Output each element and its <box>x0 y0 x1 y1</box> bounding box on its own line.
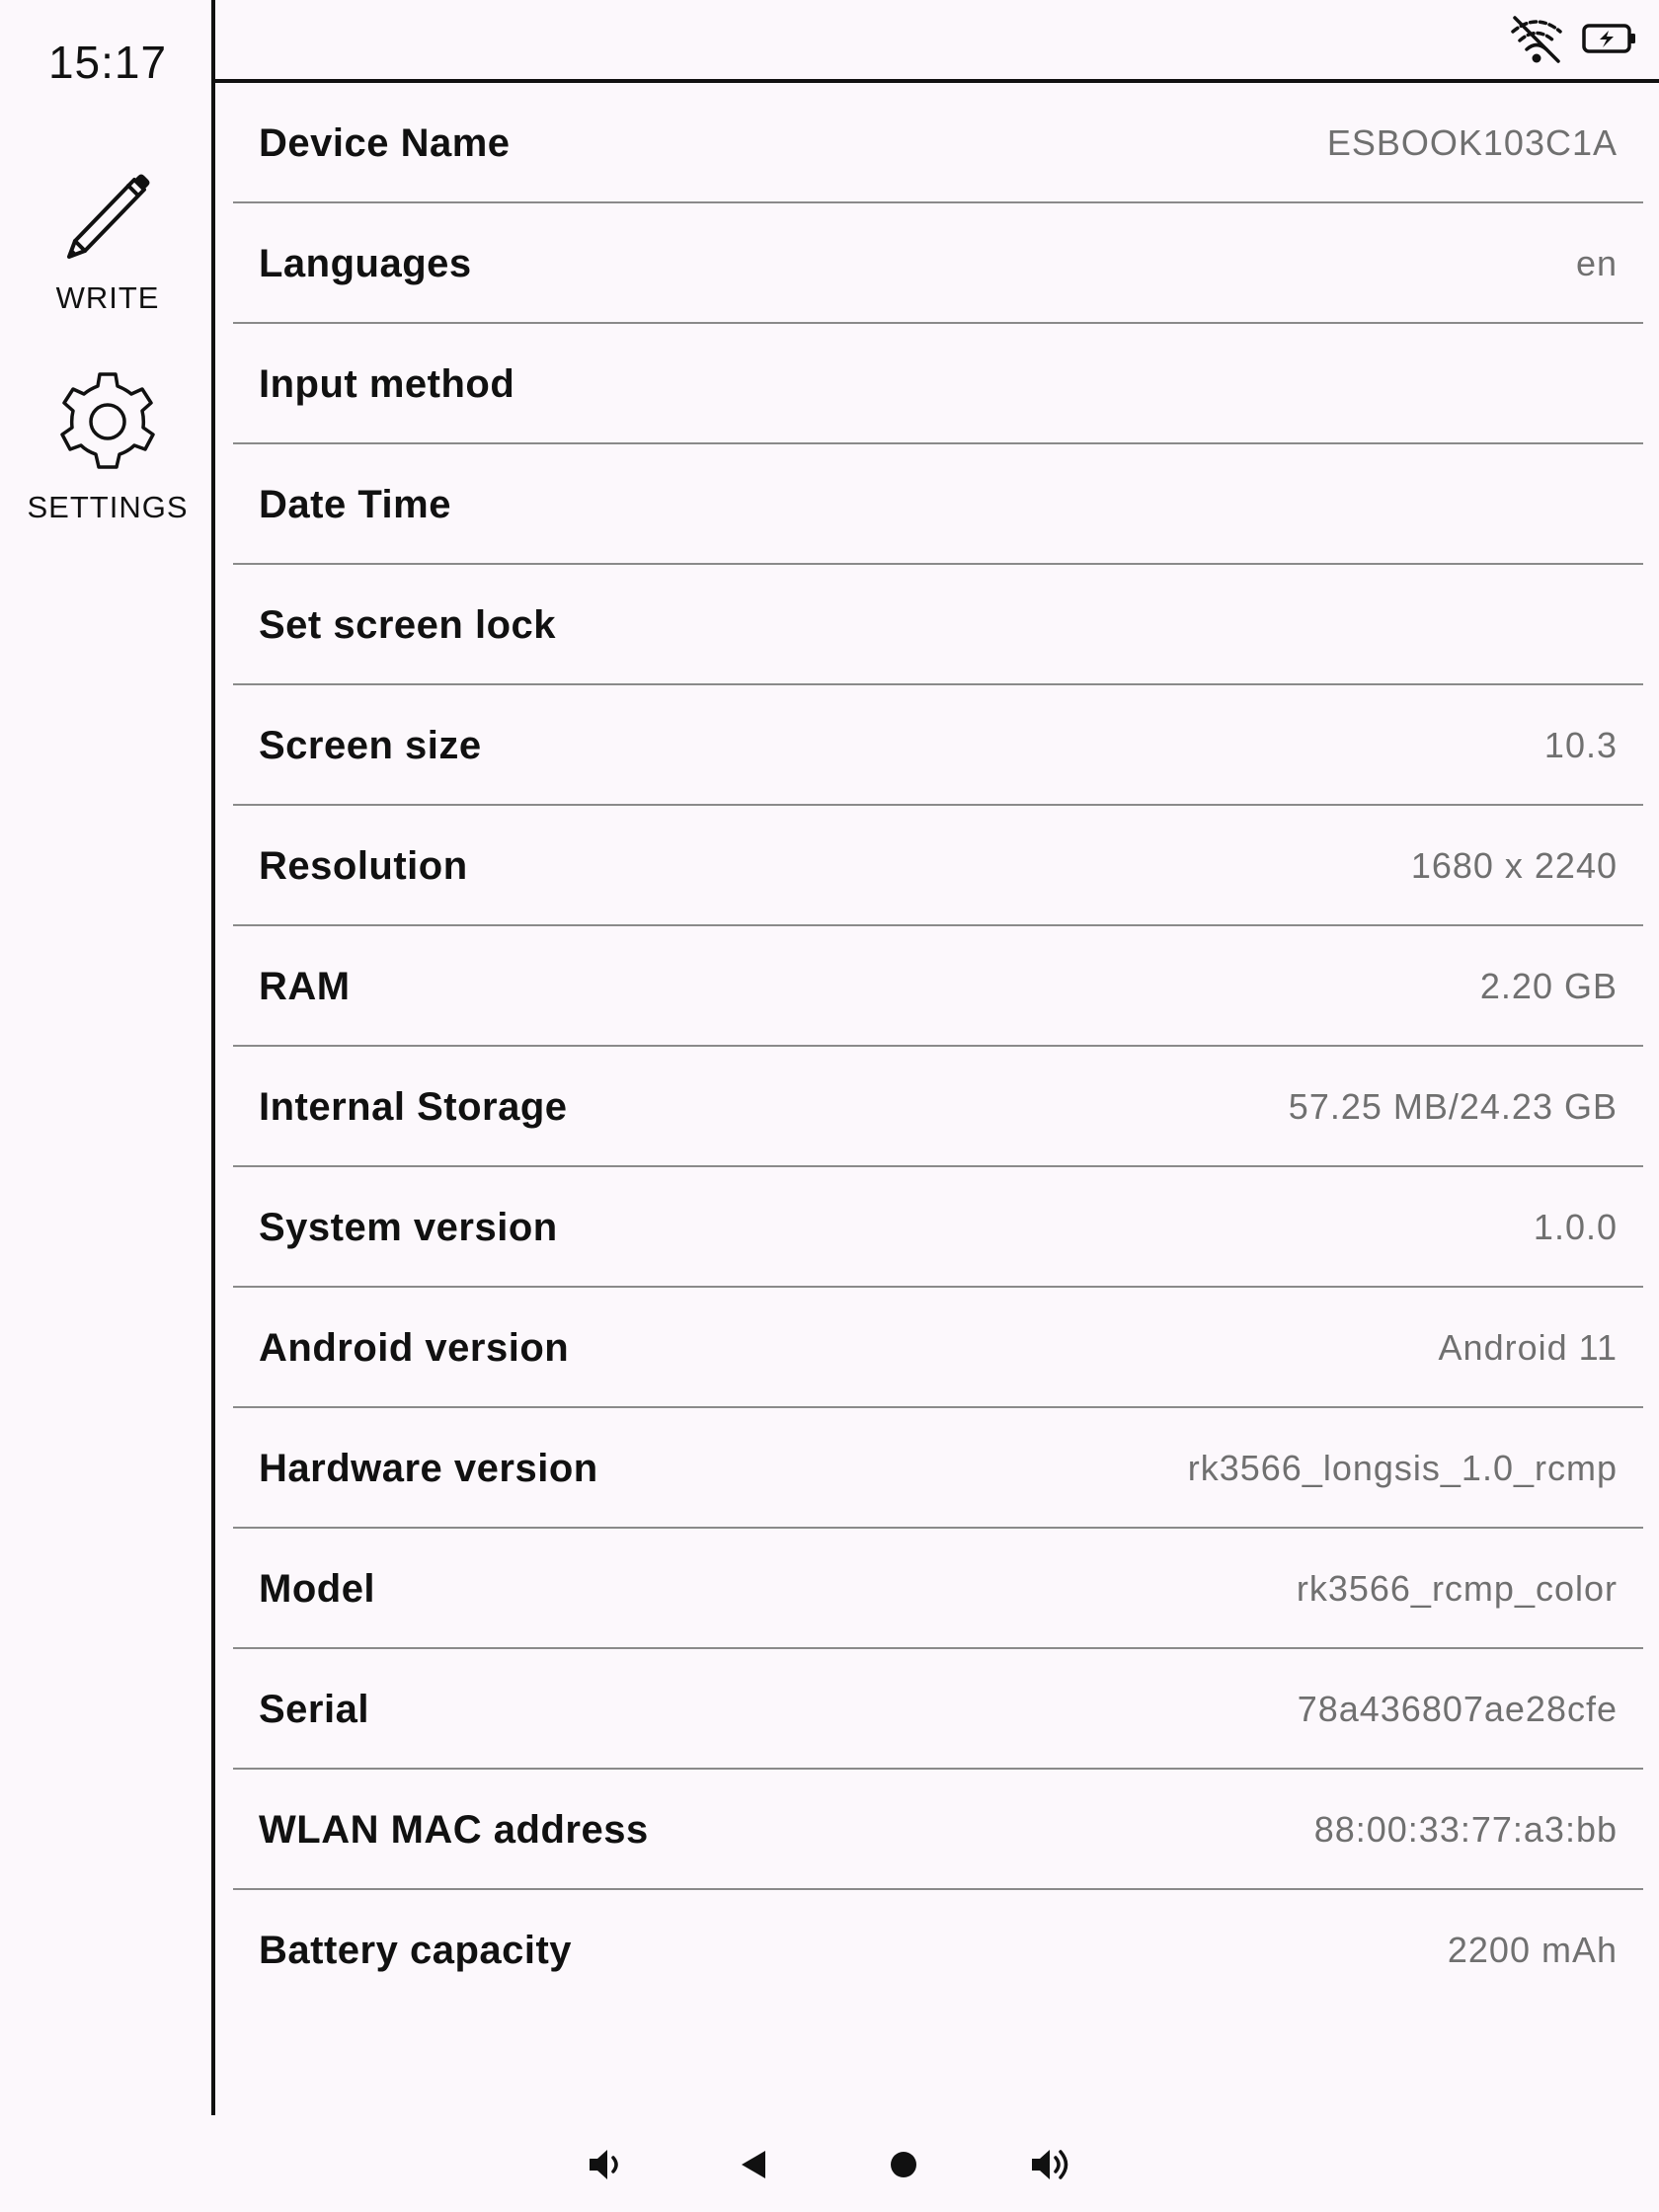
row-input-method[interactable]: Input method <box>233 324 1643 444</box>
back-icon <box>742 2151 765 2178</box>
row-value: 10.3 <box>1543 725 1618 765</box>
battery-charging-icon <box>1582 24 1635 53</box>
row-value: en <box>1575 243 1618 283</box>
row-wlan-mac-address[interactable]: WLAN MAC address 88:00:33:77:a3:bb <box>233 1770 1643 1890</box>
row-value: 2200 mAh <box>1447 1930 1618 1970</box>
row-internal-storage[interactable]: Internal Storage 57.25 MB/24.23 GB <box>233 1047 1643 1167</box>
row-set-screen-lock[interactable]: Set screen lock <box>233 565 1643 685</box>
row-value: 1.0.0 <box>1533 1207 1618 1247</box>
row-value: 78a436807ae28cfe <box>1297 1689 1618 1729</box>
row-model[interactable]: Model rk3566_rcmp_color <box>233 1529 1643 1649</box>
row-system-version[interactable]: System version 1.0.0 <box>233 1167 1643 1288</box>
home-icon <box>891 2152 916 2177</box>
row-label: System version <box>259 1206 558 1249</box>
row-label: Input method <box>259 362 515 406</box>
row-label: Device Name <box>259 121 511 165</box>
row-screen-size[interactable]: Screen size 10.3 <box>233 685 1643 806</box>
home-button[interactable] <box>874 2135 933 2194</box>
clock: 15:17 <box>47 37 168 88</box>
sidebar-item-write-label: WRITE <box>55 280 160 315</box>
row-value: rk3566_rcmp_color <box>1296 1568 1618 1609</box>
gear-icon <box>60 372 155 469</box>
wifi-off-icon <box>1511 16 1562 63</box>
row-resolution[interactable]: Resolution 1680 x 2240 <box>233 806 1643 926</box>
row-device-name[interactable]: Device Name ESBOOK103C1A <box>233 83 1643 203</box>
row-label: Screen size <box>259 724 482 767</box>
pencil-icon <box>67 174 150 259</box>
volume-up-button[interactable] <box>1022 2135 1081 2194</box>
row-label: Hardware version <box>259 1447 598 1490</box>
row-label: Languages <box>259 242 472 285</box>
row-android-version[interactable]: Android version Android 11 <box>233 1288 1643 1408</box>
row-value: ESBOOK103C1A <box>1326 122 1618 163</box>
row-label: Battery capacity <box>259 1929 573 1972</box>
row-label: Android version <box>259 1326 570 1370</box>
row-value: 2.20 GB <box>1479 966 1618 1006</box>
row-label: Model <box>259 1567 376 1611</box>
row-value: rk3566_longsis_1.0_rcmp <box>1187 1448 1618 1488</box>
navigation-bar <box>0 2115 1659 2212</box>
row-date-time[interactable]: Date Time <box>233 444 1643 565</box>
volume-up-icon <box>1032 2150 1068 2179</box>
row-label: Internal Storage <box>259 1085 568 1129</box>
row-value: 1680 x 2240 <box>1410 845 1618 886</box>
row-hardware-version[interactable]: Hardware version rk3566_longsis_1.0_rcmp <box>233 1408 1643 1529</box>
row-value: Android 11 <box>1438 1327 1618 1368</box>
row-value: 88:00:33:77:a3:bb <box>1313 1809 1618 1850</box>
row-label: RAM <box>259 965 351 1008</box>
volume-down-button[interactable] <box>578 2135 637 2194</box>
row-label: Serial <box>259 1688 369 1731</box>
row-battery-capacity[interactable]: Battery capacity 2200 mAh <box>233 1890 1643 2011</box>
side-rail: 15:17 WRITE SETTINGS <box>0 0 215 2115</box>
device-info-list: Device Name ESBOOK103C1A Languages en In… <box>233 83 1643 2011</box>
sidebar-item-write[interactable]: WRITE <box>0 158 215 316</box>
sidebar-item-settings[interactable]: SETTINGS <box>0 367 215 525</box>
status-bar <box>215 0 1659 83</box>
row-serial[interactable]: Serial 78a436807ae28cfe <box>233 1649 1643 1770</box>
back-button[interactable] <box>724 2135 783 2194</box>
row-languages[interactable]: Languages en <box>233 203 1643 324</box>
row-value: 57.25 MB/24.23 GB <box>1288 1086 1618 1127</box>
row-label: Set screen lock <box>259 603 556 647</box>
row-ram[interactable]: RAM 2.20 GB <box>233 926 1643 1047</box>
volume-down-icon <box>590 2150 618 2179</box>
row-label: WLAN MAC address <box>259 1808 649 1852</box>
row-label: Date Time <box>259 483 451 526</box>
sidebar-item-settings-label: SETTINGS <box>27 490 189 524</box>
row-label: Resolution <box>259 844 468 888</box>
